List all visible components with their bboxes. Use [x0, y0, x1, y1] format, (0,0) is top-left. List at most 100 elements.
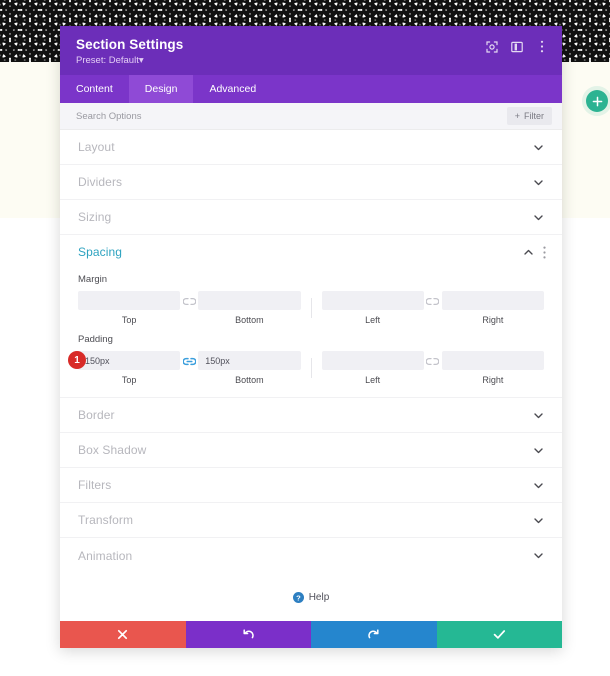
padding-bottom-cell: Bottom [198, 351, 301, 385]
accordion-label: Filters [78, 478, 112, 492]
spacing-controls [523, 246, 546, 259]
padding-top-bottom-pair: Top Bottom [78, 351, 301, 385]
sidebar-item-sizing[interactable]: Sizing [60, 200, 562, 235]
sidebar-item-transform[interactable]: Transform [60, 503, 562, 538]
padding-bottom-caption: Bottom [235, 375, 264, 385]
modal-tabs: Content Design Advanced [60, 75, 562, 103]
chevron-down-icon [534, 447, 543, 453]
preset-label: Preset: Default [76, 55, 139, 66]
accordion-label: Transform [78, 513, 134, 527]
undo-icon [243, 629, 254, 639]
accordion-controls [533, 142, 544, 153]
accordion-controls [533, 177, 544, 188]
search-input[interactable] [76, 110, 507, 122]
margin-bottom-input[interactable] [198, 291, 301, 310]
sidebar-item-border[interactable]: Border [60, 398, 562, 433]
filter-button-label: Filter [524, 111, 544, 121]
padding-right-input[interactable] [441, 351, 544, 370]
margin-top-bottom-link-icon[interactable] [180, 297, 198, 306]
modal-footer [60, 621, 562, 648]
spacing-header[interactable]: Spacing [60, 235, 562, 269]
margin-left-caption: Left [365, 315, 381, 325]
margin-bottom-cell: Bottom [198, 291, 301, 325]
accordion-label: Animation [78, 548, 133, 563]
tab-advanced[interactable]: Advanced [193, 75, 272, 103]
margin-right-cell: Right [441, 291, 544, 325]
chevron-down-icon [534, 214, 543, 220]
save-button[interactable] [436, 621, 562, 648]
margin-left-input[interactable] [321, 291, 424, 310]
margin-left-right-link-icon[interactable] [424, 297, 442, 306]
chevron-down-icon [534, 482, 543, 488]
margin-bottom-caption: Bottom [235, 315, 264, 325]
margin-top-caption: Top [121, 315, 137, 325]
accordion-controls [533, 445, 544, 456]
margin-pair-divider [310, 298, 312, 318]
margin-left-cell: Left [321, 291, 424, 325]
padding-left-caption: Left [365, 375, 381, 385]
margin-right-caption: Right [482, 315, 504, 325]
section-settings-modal: Section Settings Preset: Default▾ Conten… [60, 26, 562, 648]
search-bar: + Filter [60, 103, 562, 130]
spacing-title: Spacing [78, 245, 123, 259]
accordion-label: Layout [78, 140, 115, 154]
tab-content[interactable]: Content [60, 75, 129, 103]
padding-pair-divider [310, 358, 312, 378]
accordion-controls [533, 410, 544, 421]
more-options-icon[interactable] [535, 40, 548, 53]
chevron-down-icon [534, 179, 543, 185]
margin-group: Margin Top Bottom Left Right [60, 269, 562, 325]
margin-fields-row: Top Bottom Left Right [78, 291, 544, 325]
padding-left-right-pair: Left Right [321, 351, 544, 385]
padding-top-input[interactable] [78, 351, 181, 370]
help-question-icon: ? [292, 591, 304, 603]
margin-label: Margin [78, 274, 108, 285]
padding-left-cell: Left [321, 351, 424, 385]
accordion-controls [533, 515, 544, 526]
tab-design[interactable]: Design [128, 75, 194, 103]
redo-button[interactable] [311, 621, 437, 648]
panel-layout-icon[interactable] [510, 40, 523, 53]
header-icon-group [485, 37, 548, 53]
add-section-button[interactable] [586, 90, 608, 112]
padding-fields-row: 1 Top [68, 351, 544, 385]
margin-right-input[interactable] [441, 291, 544, 310]
chevron-down-icon [534, 517, 543, 523]
accordion-label: Border [78, 408, 115, 422]
plus-icon: + [514, 111, 520, 121]
filter-button[interactable]: + Filter [506, 107, 552, 125]
padding-left-right-link-icon[interactable] [424, 357, 442, 366]
header-titles: Section Settings Preset: Default▾ [76, 37, 183, 66]
cancel-button[interactable] [60, 621, 186, 648]
sidebar-item-filters[interactable]: Filters [60, 468, 562, 503]
padding-label: Padding [78, 334, 113, 345]
sidebar-item-animation[interactable]: Animation [60, 538, 562, 573]
modal-header: Section Settings Preset: Default▾ [60, 26, 562, 75]
padding-right-cell: Right [441, 351, 544, 385]
section-spacing: Spacing Margin Top Bottom Left Right Pad… [60, 235, 562, 398]
fullscreen-icon[interactable] [485, 40, 498, 53]
chevron-up-icon [524, 249, 533, 255]
checkmark-icon [493, 630, 505, 639]
help-link[interactable]: Help [309, 592, 330, 603]
padding-left-input[interactable] [321, 351, 424, 370]
margin-top-input[interactable] [78, 291, 181, 310]
sidebar-item-box-shadow[interactable]: Box Shadow [60, 433, 562, 468]
close-icon [118, 629, 128, 640]
accordion-controls [533, 550, 544, 561]
sidebar-item-dividers[interactable]: Dividers [60, 165, 562, 200]
accordion-controls [533, 480, 544, 491]
svg-text:?: ? [296, 593, 301, 602]
accordion-label: Sizing [78, 210, 112, 224]
redo-icon [368, 629, 379, 639]
margin-left-right-pair: Left Right [321, 291, 544, 325]
padding-bottom-input[interactable] [198, 351, 301, 370]
sidebar-item-layout[interactable]: Layout [60, 130, 562, 165]
padding-top-bottom-link-icon[interactable] [180, 357, 198, 366]
margin-top-cell: Top [78, 291, 181, 325]
chevron-down-icon [534, 553, 543, 559]
accordion-controls [533, 212, 544, 223]
chevron-down-icon [534, 144, 543, 150]
undo-button[interactable] [185, 621, 311, 648]
preset-selector[interactable]: Preset: Default▾ [76, 55, 183, 66]
